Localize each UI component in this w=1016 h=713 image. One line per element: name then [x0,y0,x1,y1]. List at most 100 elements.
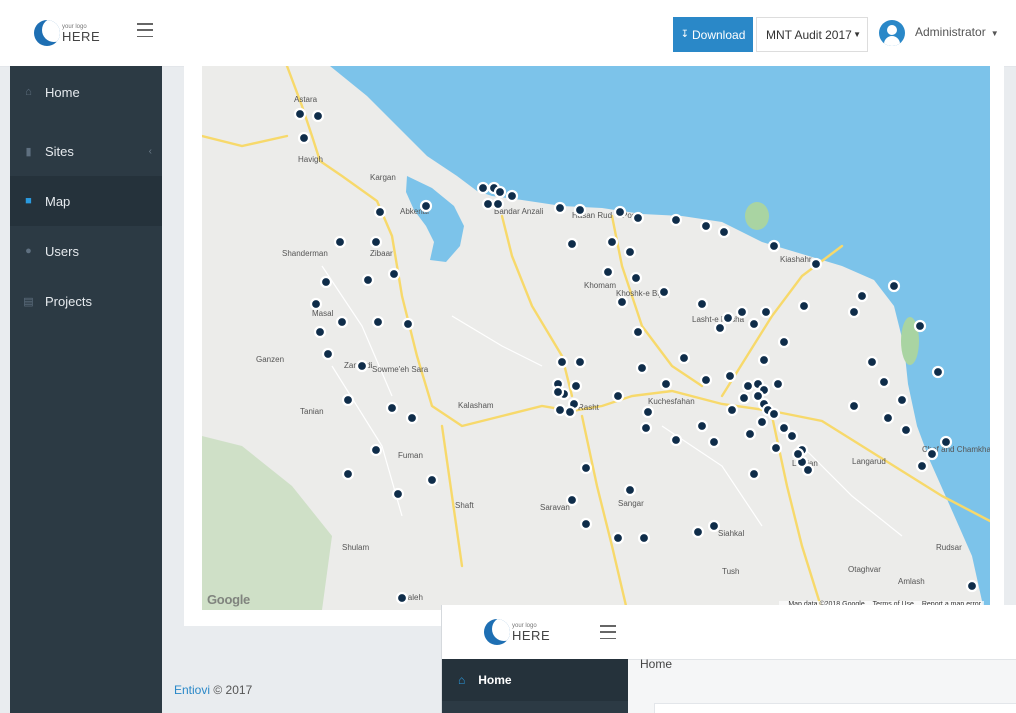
site-marker[interactable] [915,459,929,473]
site-marker[interactable] [691,525,705,539]
site-marker[interactable] [771,377,785,391]
site-marker[interactable] [309,297,323,311]
site-marker[interactable] [565,493,579,507]
site-marker[interactable] [639,421,653,435]
site-marker[interactable] [569,379,583,393]
site-marker[interactable] [931,365,945,379]
site-marker[interactable] [573,355,587,369]
site-marker[interactable] [899,423,913,437]
site-marker[interactable] [699,373,713,387]
site-marker[interactable] [939,435,953,449]
download-button[interactable]: ↧ Download [673,17,753,52]
site-marker[interactable] [637,531,651,545]
site-marker[interactable] [755,415,769,429]
site-marker[interactable] [313,325,327,339]
site-marker[interactable] [725,403,739,417]
site-marker[interactable] [476,181,490,195]
site-marker[interactable] [425,473,439,487]
site-marker[interactable] [419,199,433,213]
menu-toggle-icon[interactable] [137,23,153,37]
site-marker[interactable] [369,235,383,249]
site-marker[interactable] [623,483,637,497]
audit-select[interactable]: MNT Audit 2017 ▼ [756,17,868,52]
site-marker[interactable] [321,347,335,361]
site-marker[interactable] [809,257,823,271]
site-marker[interactable] [769,441,783,455]
site-marker[interactable] [791,447,805,461]
site-marker[interactable] [717,225,731,239]
user-avatar-icon[interactable] [879,20,905,46]
site-marker[interactable] [601,265,615,279]
site-marker[interactable] [855,289,869,303]
site-marker[interactable] [373,205,387,219]
site-marker[interactable] [707,519,721,533]
site-marker[interactable] [757,353,771,367]
site-marker[interactable] [735,305,749,319]
sidebar-item-map[interactable]: ■ Map [10,176,162,226]
site-marker[interactable] [801,463,815,477]
site-marker[interactable] [553,403,567,417]
site-marker[interactable] [721,311,735,325]
menu-toggle-icon[interactable] [600,625,616,639]
sidebar-item-home[interactable]: ⌂ Home [10,66,162,118]
site-marker[interactable] [631,325,645,339]
site-marker[interactable] [887,279,901,293]
site-marker[interactable] [335,315,349,329]
site-marker[interactable] [759,305,773,319]
site-marker[interactable] [401,317,415,331]
site-marker[interactable] [723,369,737,383]
site-marker[interactable] [573,203,587,217]
site-marker[interactable] [387,267,401,281]
site-marker[interactable] [481,197,495,211]
site-marker[interactable] [747,467,761,481]
site-marker[interactable] [767,407,781,421]
site-marker[interactable] [777,421,791,435]
site-marker[interactable] [741,379,755,393]
site-marker[interactable] [747,317,761,331]
site-marker[interactable] [551,385,565,399]
site-marker[interactable] [553,201,567,215]
site-marker[interactable] [615,295,629,309]
site-marker[interactable] [493,185,507,199]
site-marker[interactable] [657,285,671,299]
site-marker[interactable] [797,299,811,313]
site-marker[interactable] [579,461,593,475]
site-marker[interactable] [579,517,593,531]
site-marker[interactable] [713,321,727,335]
site-marker[interactable] [319,275,333,289]
sidebar-item-home[interactable]: ⌂ Home [442,659,628,701]
site-marker[interactable] [491,197,505,211]
sidebar-item-sites[interactable]: ▮ Sites ‹ [10,126,162,176]
site-marker[interactable] [371,315,385,329]
site-marker[interactable] [895,393,909,407]
site-marker[interactable] [785,429,799,443]
site-marker[interactable] [737,391,751,405]
site-marker[interactable] [623,245,637,259]
site-marker[interactable] [505,189,519,203]
footer-brand-link[interactable]: Entiovi [174,683,210,697]
site-marker[interactable] [913,319,927,333]
site-marker[interactable] [777,335,791,349]
site-marker[interactable] [605,235,619,249]
sidebar-item-projects[interactable]: ▤ Projects [10,276,162,326]
site-marker[interactable] [847,399,861,413]
site-marker[interactable] [659,377,673,391]
site-marker[interactable] [669,433,683,447]
site-marker[interactable] [699,219,713,233]
map-view[interactable]: Astara Havigh Kargan Abkenar Bandar Anzali Ha… [202,66,990,610]
site-marker[interactable] [881,411,895,425]
site-marker[interactable] [311,109,325,123]
site-marker[interactable] [677,351,691,365]
site-marker[interactable] [965,579,979,593]
user-menu[interactable]: Administrator ▼ [915,25,999,39]
site-marker[interactable] [405,411,419,425]
site-marker[interactable] [631,211,645,225]
site-marker[interactable] [563,405,577,419]
site-marker[interactable] [635,361,649,375]
site-marker[interactable] [641,405,655,419]
site-marker[interactable] [611,389,625,403]
site-marker[interactable] [293,107,307,121]
sidebar-item-users[interactable]: ● Users [10,226,162,276]
site-marker[interactable] [385,401,399,415]
site-marker[interactable] [695,419,709,433]
